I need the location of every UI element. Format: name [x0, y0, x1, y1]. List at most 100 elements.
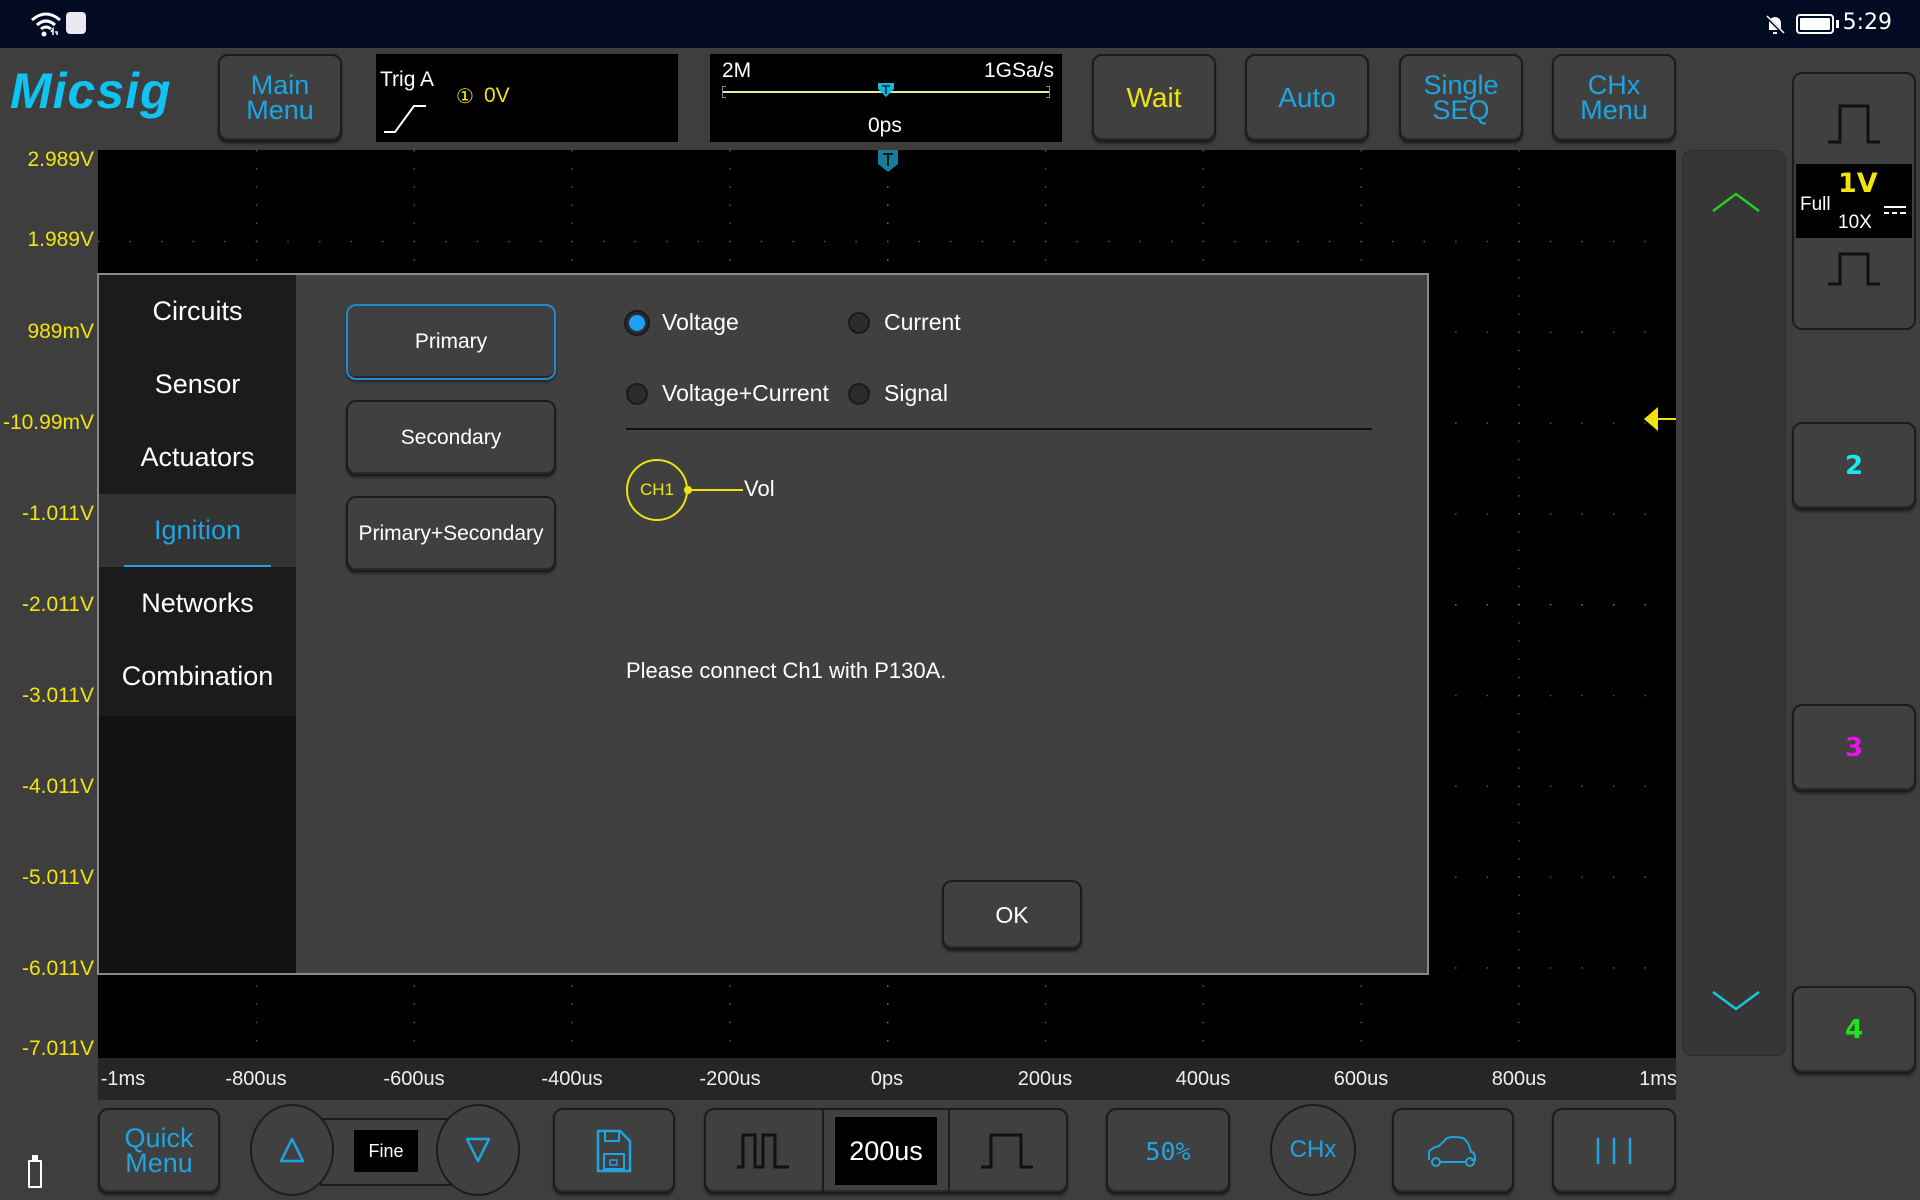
subtype-secondary-label: Secondary: [400, 426, 502, 449]
scroll-up-icon[interactable]: [1711, 191, 1761, 217]
grid-dot: [1518, 422, 1520, 424]
wait-label: Wait: [1126, 82, 1182, 113]
seq-label: SEQ: [1432, 95, 1490, 125]
time-label: 800us: [1491, 1068, 1547, 1090]
grid-dot: [1202, 1021, 1205, 1024]
chx-select-button[interactable]: CHx: [1270, 1104, 1356, 1196]
grid-dot: [1518, 204, 1520, 206]
trigger-time-marker-icon[interactable]: [878, 150, 898, 178]
grid-dot: [1581, 694, 1583, 697]
increment-button[interactable]: [250, 1104, 334, 1196]
grid-dot: [1076, 240, 1078, 243]
ch1-scale-up-icon[interactable]: [1828, 104, 1882, 148]
grid-dot: [1549, 422, 1552, 424]
grid-dot: [1044, 1021, 1047, 1024]
decrement-button[interactable]: [436, 1104, 520, 1196]
battery-tip: [1836, 20, 1839, 28]
category-circuits[interactable]: Circuits: [99, 275, 296, 348]
ch3-label: 3: [1844, 733, 1864, 763]
single-seq-button[interactable]: Single SEQ: [1399, 54, 1523, 142]
grid-dot: [98, 240, 100, 243]
grid-dot: [1044, 150, 1047, 152]
cursor-measure-button[interactable]: [1552, 1108, 1676, 1194]
category-networks[interactable]: Networks: [99, 567, 296, 640]
grid-dot: [1581, 331, 1583, 334]
timebase-decrease-button[interactable]: [706, 1110, 824, 1192]
automotive-button[interactable]: [1392, 1108, 1514, 1194]
grid-dot: [823, 240, 826, 243]
timebase-value[interactable]: 200us: [835, 1117, 937, 1185]
subtype-primary-label: Primary: [414, 330, 488, 353]
ok-button[interactable]: OK: [942, 880, 1082, 950]
wait-button[interactable]: Wait: [1092, 54, 1216, 142]
ch2-label: 2: [1844, 451, 1864, 481]
category-sensor[interactable]: Sensor: [99, 348, 296, 421]
instruction-message: Please connect Ch1 with P130A.: [626, 658, 947, 683]
radio-signal-label: Signal: [884, 380, 948, 406]
grid-dot: [1518, 186, 1520, 188]
category-actuators[interactable]: Actuators: [99, 421, 296, 494]
grid-dot: [1581, 513, 1583, 515]
status-bar: 5:29: [0, 0, 1920, 48]
horizontal-panel[interactable]: 2M 1GSa/s 0ps: [710, 54, 1062, 142]
grid-dot: [1549, 604, 1552, 606]
grid-dot: [1455, 967, 1457, 969]
grid-dot: [1644, 694, 1646, 697]
trigger-position-marker-icon[interactable]: [878, 82, 894, 101]
ch1-probe: 10X: [1838, 212, 1872, 233]
time-label: 400us: [1175, 1068, 1231, 1090]
subtype-secondary-button[interactable]: Secondary: [346, 400, 556, 476]
ch4-button[interactable]: 4: [1792, 986, 1916, 1074]
grid-dot: [1486, 240, 1489, 243]
quick-menu-button[interactable]: Quick Menu: [98, 1108, 220, 1194]
grid-dot: [413, 258, 416, 261]
grid-dot: [1013, 240, 1015, 243]
ch1-scale-down-icon[interactable]: [1828, 252, 1882, 290]
grid-dot: [1518, 1039, 1520, 1042]
ch3-button[interactable]: 3: [1792, 704, 1916, 792]
grid-dot: [1044, 1003, 1047, 1006]
memory-depth: 2M: [722, 59, 752, 82]
voltage-label: 1.989V: [27, 228, 94, 251]
category-combination[interactable]: Combination: [99, 640, 296, 713]
grid-dot: [539, 240, 542, 243]
grid-dot: [1549, 694, 1552, 697]
ch1-settings-display[interactable]: 1V Full 10X: [1796, 164, 1912, 238]
radio-signal[interactable]: Signal: [848, 380, 948, 407]
radio-current[interactable]: Current: [848, 309, 961, 336]
grid-dot: [1360, 222, 1362, 225]
scroll-down-icon[interactable]: [1711, 989, 1761, 1015]
radio-voltage-current[interactable]: Voltage+Current: [626, 380, 829, 407]
grid-dot: [1518, 585, 1520, 588]
save-button[interactable]: [553, 1108, 675, 1194]
step-mode-toggle[interactable]: Fine: [354, 1130, 418, 1172]
grid-dot: [161, 240, 163, 243]
notifications-muted-icon: [1764, 14, 1786, 40]
rising-edge-icon: [382, 100, 434, 140]
grid-dot: [1234, 240, 1236, 243]
grid-dot: [887, 204, 889, 206]
voltage-label: -6.011V: [22, 957, 94, 980]
subtype-primary-secondary-button[interactable]: Primary+Secondary: [346, 496, 556, 572]
grid-dot: [1549, 513, 1552, 515]
trigger-panel[interactable]: Trig A ① 0V: [376, 54, 678, 142]
ch1-control[interactable]: 1V Full 10X: [1792, 72, 1916, 330]
chx-menu-button[interactable]: CHx Menu: [1552, 54, 1676, 142]
category-ignition[interactable]: Ignition: [99, 494, 296, 567]
auto-button[interactable]: Auto: [1245, 54, 1369, 142]
channel-scroll-strip[interactable]: [1682, 150, 1786, 1056]
timebase-increase-button[interactable]: [948, 1110, 1066, 1192]
ch2-button[interactable]: 2: [1792, 422, 1916, 510]
grid-dot: [887, 240, 889, 243]
grid-dot: [887, 186, 889, 188]
grid-dot: [1518, 985, 1520, 987]
main-menu-button[interactable]: Main Menu: [218, 54, 342, 142]
grid-dot: [1518, 331, 1520, 334]
radio-voltage[interactable]: Voltage: [626, 309, 739, 336]
grid-dot: [571, 258, 573, 261]
trigger-50-percent-button[interactable]: 50%: [1106, 1108, 1230, 1194]
grid-dot: [887, 985, 889, 987]
ch1-offset-marker-icon[interactable]: [1644, 407, 1676, 435]
wifi-icon: [30, 11, 62, 41]
subtype-primary-button[interactable]: Primary: [346, 304, 556, 380]
